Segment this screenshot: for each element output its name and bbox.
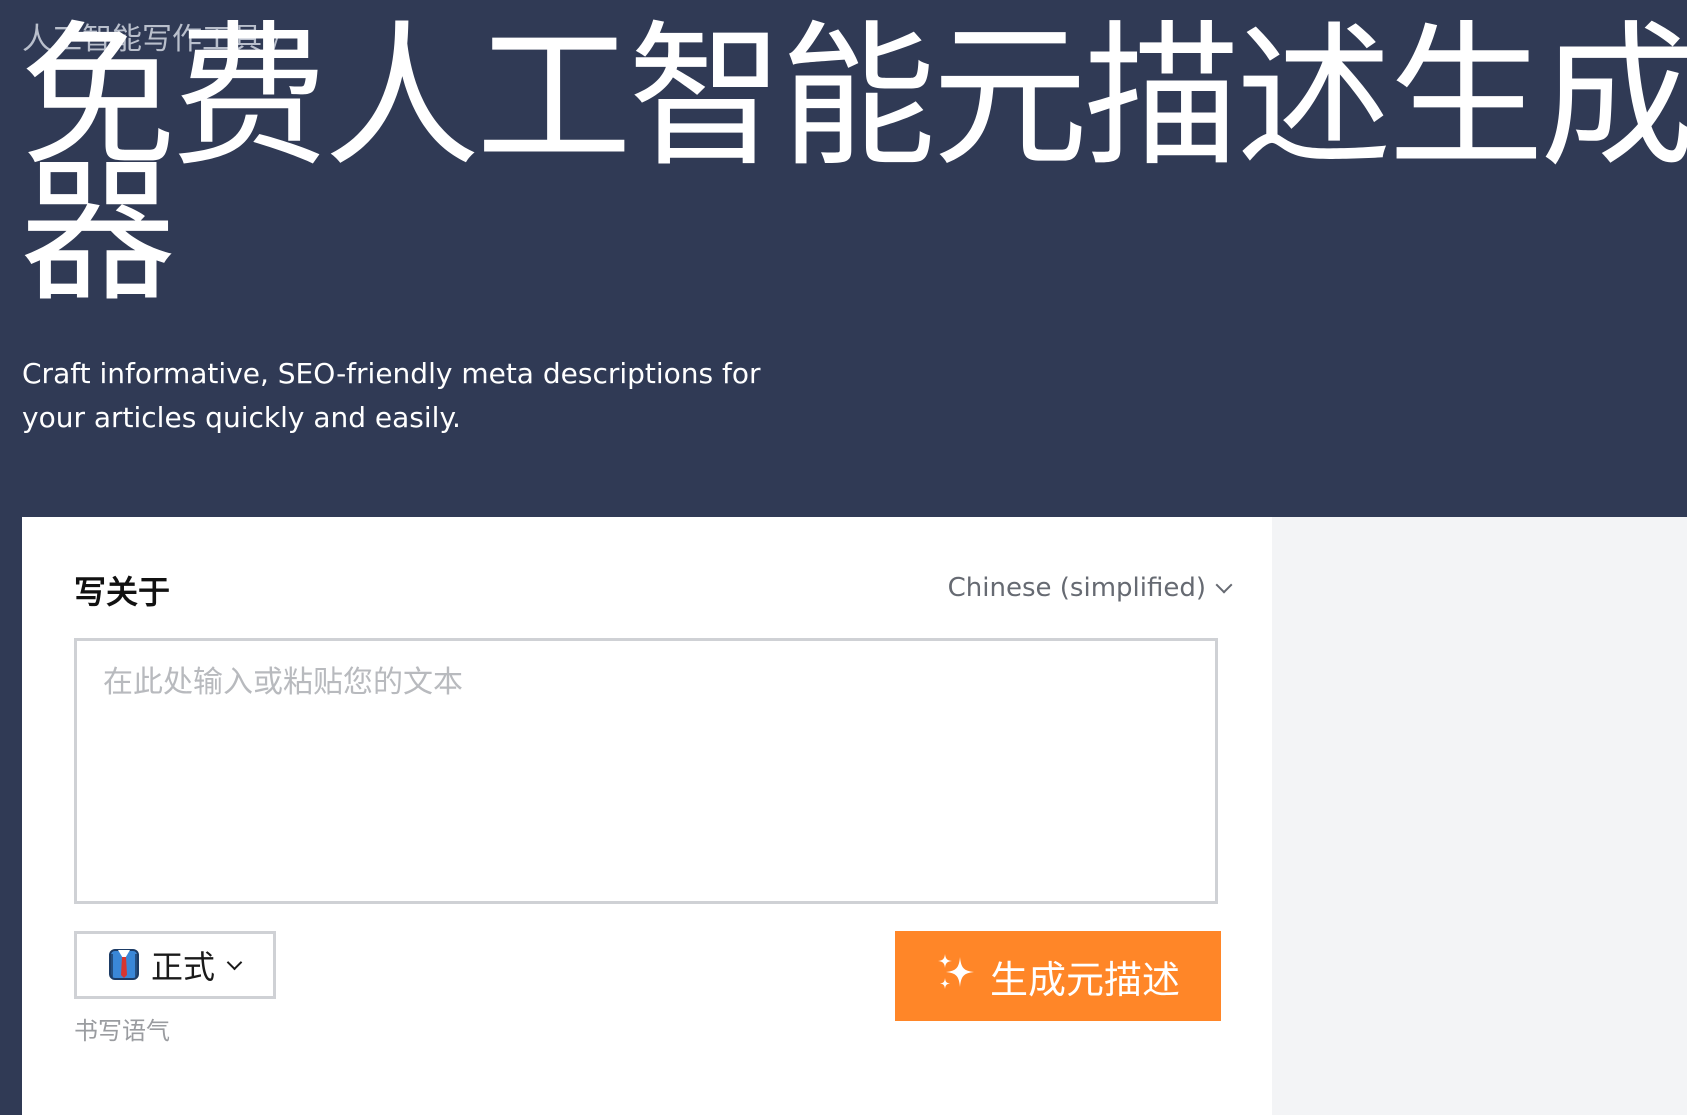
text-input[interactable] bbox=[74, 638, 1218, 904]
sparkle-icon bbox=[936, 951, 978, 1002]
formal-suit-icon bbox=[107, 945, 141, 985]
language-selected-value: Chinese (simplified) bbox=[947, 573, 1206, 603]
chevron-down-icon bbox=[226, 954, 243, 970]
language-dropdown[interactable]: Chinese (simplified) bbox=[947, 573, 1233, 603]
tone-caption: 书写语气 bbox=[74, 1017, 170, 1045]
generator-panel: 写关于 Chinese (simplified) 正式 书写语气 bbox=[22, 517, 1272, 1115]
chevron-down-icon bbox=[1215, 576, 1233, 594]
write-about-label: 写关于 bbox=[74, 573, 171, 611]
output-panel bbox=[1272, 517, 1687, 1115]
tone-selected-value: 正式 bbox=[151, 948, 216, 986]
page-subtitle: Craft informative, SEO-friendly meta des… bbox=[22, 357, 761, 434]
page-title: 免费人工智能元描述生成器 bbox=[20, 6, 1687, 323]
generate-meta-description-button[interactable]: 生成元描述 bbox=[895, 931, 1221, 1021]
generate-button-label: 生成元描述 bbox=[989, 957, 1180, 1002]
tone-dropdown[interactable]: 正式 bbox=[74, 931, 276, 999]
